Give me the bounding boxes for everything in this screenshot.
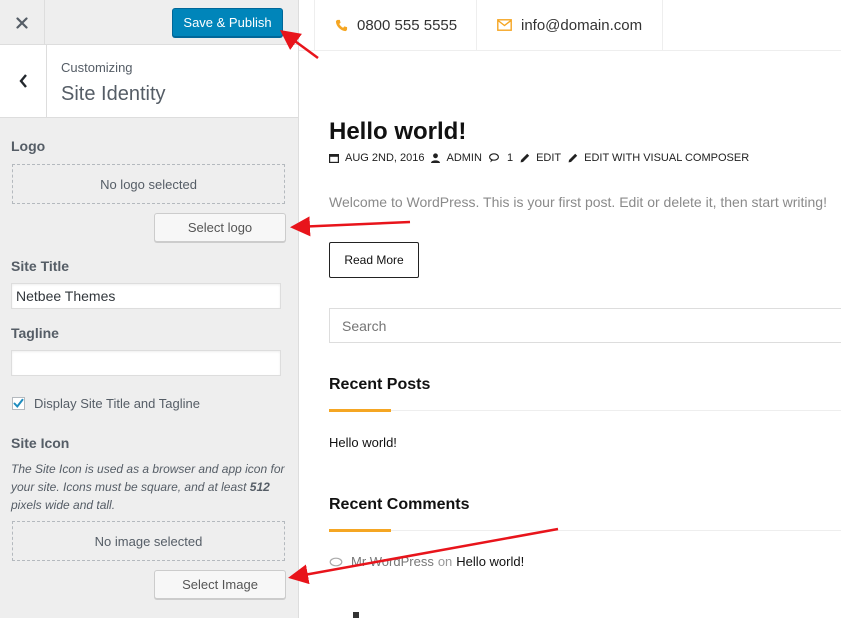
- select-logo-button[interactable]: Select logo: [154, 213, 286, 242]
- comment-bubble-icon: [329, 557, 343, 566]
- customizer-sidebar: Save & Publish Customizing Site Identity…: [0, 0, 299, 618]
- site-title-input[interactable]: [11, 283, 281, 309]
- section-header: Customizing Site Identity: [0, 45, 298, 118]
- phone-icon: [335, 19, 348, 32]
- user-icon: [431, 153, 441, 163]
- contact-email[interactable]: info@domain.com: [476, 0, 663, 50]
- close-icon: [16, 16, 28, 29]
- recent-posts-accent: [329, 409, 391, 412]
- recent-comments-accent: [329, 529, 391, 532]
- site-icon-label: Site Icon: [11, 435, 70, 451]
- tagline-input[interactable]: [11, 350, 281, 376]
- preview-topbar: 0800 555 5555 info@domain.com: [299, 0, 841, 51]
- post-comments[interactable]: 1: [488, 152, 513, 164]
- pencil-icon: [568, 153, 578, 163]
- post-date: AUG 2ND, 2016: [329, 152, 424, 164]
- display-title-tagline-label: Display Site Title and Tagline: [34, 396, 200, 411]
- customizer-header: Save & Publish: [0, 0, 298, 45]
- email-address: info@domain.com: [521, 16, 643, 34]
- comment-on-text: on: [437, 554, 453, 569]
- close-customizer-button[interactable]: [0, 0, 45, 45]
- site-icon-description: The Site Icon is used as a browser and a…: [11, 462, 285, 512]
- display-title-tagline-checkbox[interactable]: [12, 397, 25, 410]
- site-icon-placeholder: No image selected: [12, 521, 285, 561]
- site-title-label: Site Title: [11, 258, 70, 274]
- select-image-button[interactable]: Select Image: [154, 570, 286, 599]
- search-input[interactable]: [329, 308, 841, 343]
- section-title: Site Identity: [61, 83, 166, 105]
- post-excerpt: Welcome to WordPress. This is your first…: [329, 194, 827, 210]
- logo-label: Logo: [11, 138, 46, 154]
- envelope-icon: [497, 19, 512, 31]
- back-button[interactable]: [0, 45, 47, 117]
- checkmark-icon: [13, 398, 24, 409]
- logo-placeholder: No logo selected: [12, 164, 285, 204]
- site-preview: 0800 555 5555 info@domain.com Hello worl…: [299, 0, 841, 618]
- recent-posts-divider: [329, 410, 841, 411]
- post-edit-link[interactable]: EDIT: [520, 152, 561, 164]
- post-vc-edit-link[interactable]: EDIT WITH VISUAL COMPOSER: [568, 152, 749, 164]
- save-publish-button[interactable]: Save & Publish: [172, 8, 283, 37]
- contact-phone[interactable]: 0800 555 5555: [314, 0, 475, 50]
- comment-author[interactable]: Mr WordPress: [351, 554, 434, 569]
- post-author[interactable]: ADMIN: [431, 152, 482, 164]
- calendar-icon: [329, 154, 339, 163]
- partial-widget-heading: [329, 608, 369, 618]
- read-more-button[interactable]: Read More: [329, 242, 419, 278]
- recent-comment-item: Mr WordPress on Hello world!: [329, 554, 524, 569]
- comment-post-link[interactable]: Hello world!: [456, 554, 524, 569]
- recent-comments-divider: [329, 530, 841, 531]
- phone-number: 0800 555 5555: [357, 16, 458, 34]
- recent-posts-title: Recent Posts: [329, 376, 431, 393]
- chevron-left-icon: [19, 74, 27, 88]
- pencil-icon: [520, 153, 530, 163]
- post-meta: AUG 2ND, 2016 ADMIN 1 EDIT EDIT WITH VIS…: [329, 152, 756, 164]
- display-title-tagline-row[interactable]: Display Site Title and Tagline: [12, 396, 200, 411]
- recent-comments-title: Recent Comments: [329, 496, 470, 513]
- comments-icon: [488, 153, 499, 163]
- customizing-label: Customizing: [61, 60, 133, 75]
- post-title[interactable]: Hello world!: [329, 118, 466, 146]
- recent-post-link[interactable]: Hello world!: [329, 435, 397, 450]
- tagline-label: Tagline: [11, 325, 59, 341]
